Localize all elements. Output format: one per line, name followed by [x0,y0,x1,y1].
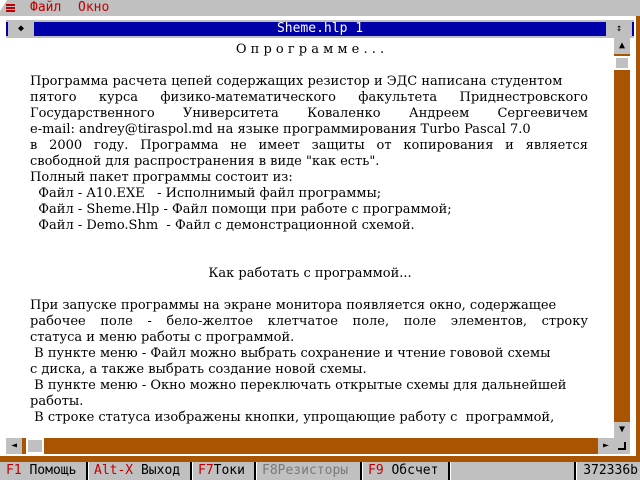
help-text-line: в 2000 году. Программа не имеет защиты о… [30,138,588,153]
help-text-line: e-mail: andrey@tiraspol.md на языке прог… [30,122,531,137]
help-text-line: В пункте меню - Файл можно выбрать сохра… [30,346,551,361]
help-text-line: При запуске программы на экране монитора… [30,298,557,313]
menu-file-label: Файл [30,0,62,15]
help-text-line: Файл - A10.EXE - Исполнимый файл програм… [30,186,382,201]
scroll-right-icon[interactable]: ► [598,438,614,454]
status-help-label: Помощь [21,463,77,478]
status-currents-button[interactable]: F7Токи [198,462,245,480]
status-help-key: F1 [6,463,22,478]
status-exit-label: Выход [133,463,181,478]
help-text-line: В строке статуса изображены кнопки, упро… [30,410,555,425]
scroll-down-icon[interactable]: ▼ [614,422,630,438]
status-bar: F1 Помощь Alt-X Выход F7Токи F8Резисторы… [0,462,640,480]
menu-file[interactable]: Файл [30,0,61,16]
help-text-line: свободной для распространения в виде "ка… [30,154,380,169]
status-help-button[interactable]: F1 Помощь [6,462,76,480]
status-currents-label: Токи [213,463,245,478]
vertical-scrollbar[interactable]: ▲ ▼ [614,38,630,438]
help-text-line: рабочее поле - бело-желтое клетчатое пол… [30,314,588,329]
window-title-bar[interactable]: ◆ Sheme.hlp 1 ↕ [6,20,634,38]
system-menu-icon[interactable] [0,0,18,16]
resize-grip-icon[interactable] [614,438,630,454]
scroll-left-icon[interactable]: ◄ [6,438,22,454]
help-window: ◆ Sheme.hlp 1 ↕ О п р о г р а м м е . . … [0,16,636,456]
free-memory-indicator: 372336b [583,463,638,478]
help-text-line: работы. [30,394,84,409]
menu-window[interactable]: Окно [78,0,109,16]
help-text-line: Как работать с программой... [208,266,412,281]
help-text-line: О п р о г р а м м е . . . [235,42,385,57]
help-content: О п р о г р а м м е . . . Программа расче… [8,40,612,436]
help-text-line: Файл - Demo.Shm - Файл с демонстрационно… [30,218,415,233]
status-exit-button[interactable]: Alt-X Выход [94,462,180,480]
status-exit-key: Alt-X [94,463,134,478]
status-resistors-key: F8 [262,463,278,478]
mouse-cursor-icon [0,0,7,11]
help-text-line: Полный пакет программы состоит из: [30,170,293,185]
help-text-line: статуса и меню работы с программой. [30,330,295,345]
scroll-up-icon[interactable]: ▲ [614,38,630,54]
help-text-line: с диска, а также выбрать создание новой … [30,362,367,377]
status-calculate-button[interactable]: F9 Обсчет [368,462,438,480]
help-text-line: В пункте меню - Окно можно переключать о… [30,378,567,393]
horizontal-scrollbar[interactable]: ◄ ► [6,438,614,454]
status-resistors-label: Резисторы [277,463,349,478]
help-text-line: Государственного Университета Коваленко … [30,106,588,121]
help-text-line: Файл - Sheme.Hlp - Файл помощи при работ… [30,202,452,217]
menu-window-label: Окно [78,0,110,15]
status-resistors-button[interactable]: F8Резисторы [262,462,348,480]
help-text-line: пятого курса физико-математического факу… [30,90,588,105]
vertical-scroll-thumb[interactable] [614,56,630,70]
status-calculate-key: F9 [368,463,384,478]
window-title: Sheme.hlp 1 [276,21,364,36]
horizontal-scroll-thumb[interactable] [26,438,44,454]
zoom-icon[interactable]: ↕ [606,22,632,36]
status-currents-key: F7 [198,463,214,478]
help-text-line: Программа расчета цепей содержащих резис… [30,74,563,89]
status-calculate-label: Обсчет [383,463,439,478]
menu-bar: Файл Окно [0,0,640,16]
